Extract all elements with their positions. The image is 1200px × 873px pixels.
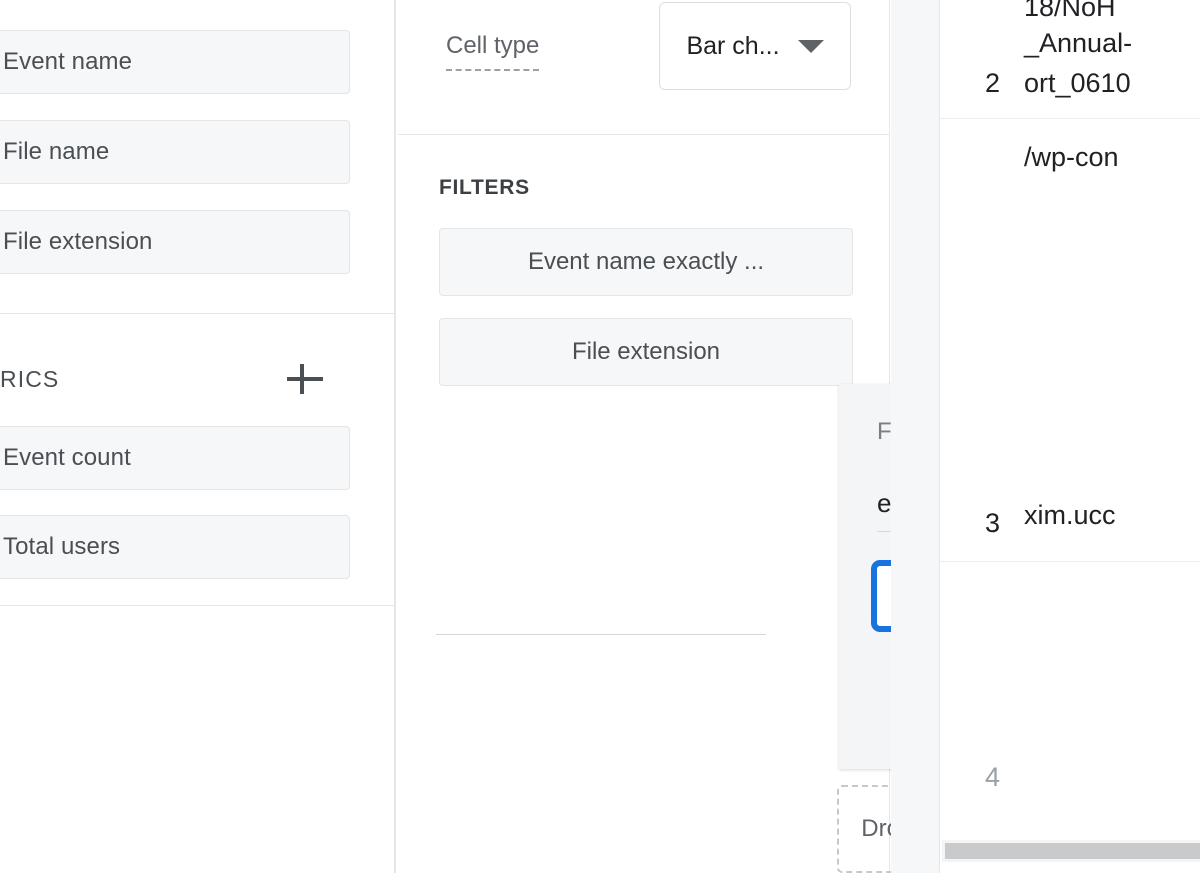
panel-gap (891, 0, 939, 873)
cell-type-label: Cell type (446, 32, 540, 71)
filter-chip-label: File extension (571, 338, 721, 365)
filter-chip-label: Event name exactly ... (527, 248, 765, 275)
chip-label: Event count (3, 444, 131, 471)
table-cell-text: _Annual- (1024, 28, 1133, 58)
cell-type-row: Cell type Bar ch... (398, 0, 889, 135)
report-table-panel: 18/NoH _Annual- ort_0610 2 /wp-con xim.u… (939, 0, 1200, 873)
filter-value-underline (436, 634, 766, 635)
cell-type-select[interactable]: Bar ch... (659, 2, 851, 90)
table-row-number: 2 (984, 68, 1000, 98)
metrics-section-header: RICS (0, 355, 366, 403)
chip-label: File extension (3, 228, 153, 255)
table-cell-text: xim.ucc (1024, 500, 1116, 530)
plus-icon[interactable] (284, 358, 326, 400)
dimension-chip-file-name[interactable]: File name (0, 120, 350, 184)
dimension-chip-file-extension[interactable]: File extension (0, 210, 350, 274)
metrics-title: RICS (0, 365, 60, 392)
chip-label: Event name (3, 48, 133, 75)
metric-chip-event-count[interactable]: Event count (0, 426, 350, 490)
app-root: Event name File name File extension RICS… (0, 0, 1200, 873)
cell-type-value: Bar ch... (686, 31, 780, 60)
dimension-chip-event-name[interactable]: Event name (0, 30, 350, 94)
variables-panel: Event name File name File extension RICS… (0, 0, 396, 873)
horizontal-scrollbar[interactable] (945, 843, 1200, 859)
table-row-divider (940, 118, 1200, 119)
table-cell-text: 18/NoH (1024, 0, 1116, 22)
chevron-down-icon (797, 39, 824, 53)
section-divider (0, 313, 396, 314)
metric-chip-total-users[interactable]: Total users (0, 515, 350, 579)
table-row-number: 4 (984, 762, 1000, 792)
filter-chip-event-name[interactable]: Event name exactly ... (439, 228, 853, 296)
chip-label: Total users (3, 533, 121, 560)
filters-section-title: FILTERS (439, 176, 530, 199)
table-row-divider (940, 561, 1200, 562)
table-row-number: 3 (984, 508, 1000, 538)
table-cell-text: ort_0610 (1024, 68, 1131, 98)
section-divider (0, 605, 396, 606)
chip-label: File name (3, 138, 110, 165)
tab-settings-panel: Cell type Bar ch... FILTERS Event name e… (398, 0, 1200, 873)
table-cell-text: /wp-con (1024, 142, 1119, 172)
filter-chip-file-extension[interactable]: File extension (439, 318, 853, 386)
